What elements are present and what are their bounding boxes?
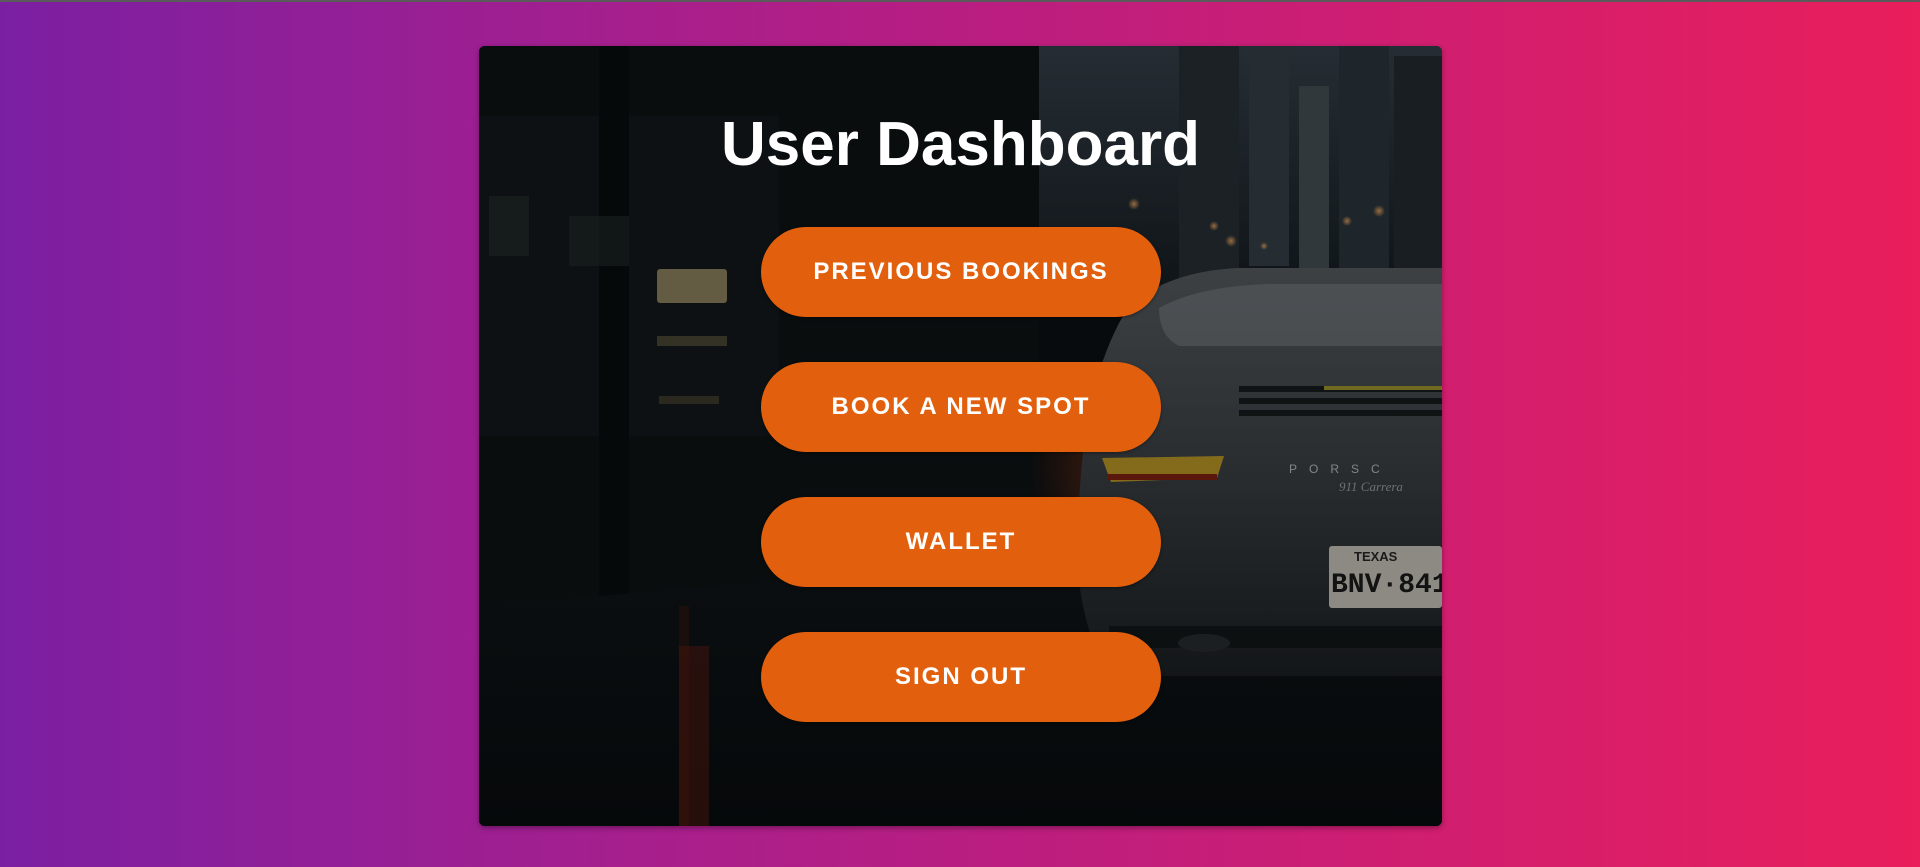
wallet-label: WALLET — [905, 528, 1017, 555]
dashboard-card: PORSC 911 Carrera TEXAS BNV·8412 User Da… — [479, 46, 1442, 826]
top-border-line — [0, 0, 1920, 2]
wallet-button[interactable]: WALLET — [761, 497, 1161, 587]
previous-bookings-button[interactable]: PREVIOUS BOOKINGS — [761, 227, 1161, 317]
sign-out-label: SIGN OUT — [894, 663, 1027, 690]
sign-out-button[interactable]: SIGN OUT — [761, 632, 1161, 722]
book-new-spot-button[interactable]: BOOK A NEW SPOT — [761, 362, 1161, 452]
previous-bookings-label: PREVIOUS BOOKINGS — [813, 258, 1109, 285]
page-title: User Dashboard — [721, 110, 1200, 179]
book-new-spot-label: BOOK A NEW SPOT — [831, 393, 1091, 420]
